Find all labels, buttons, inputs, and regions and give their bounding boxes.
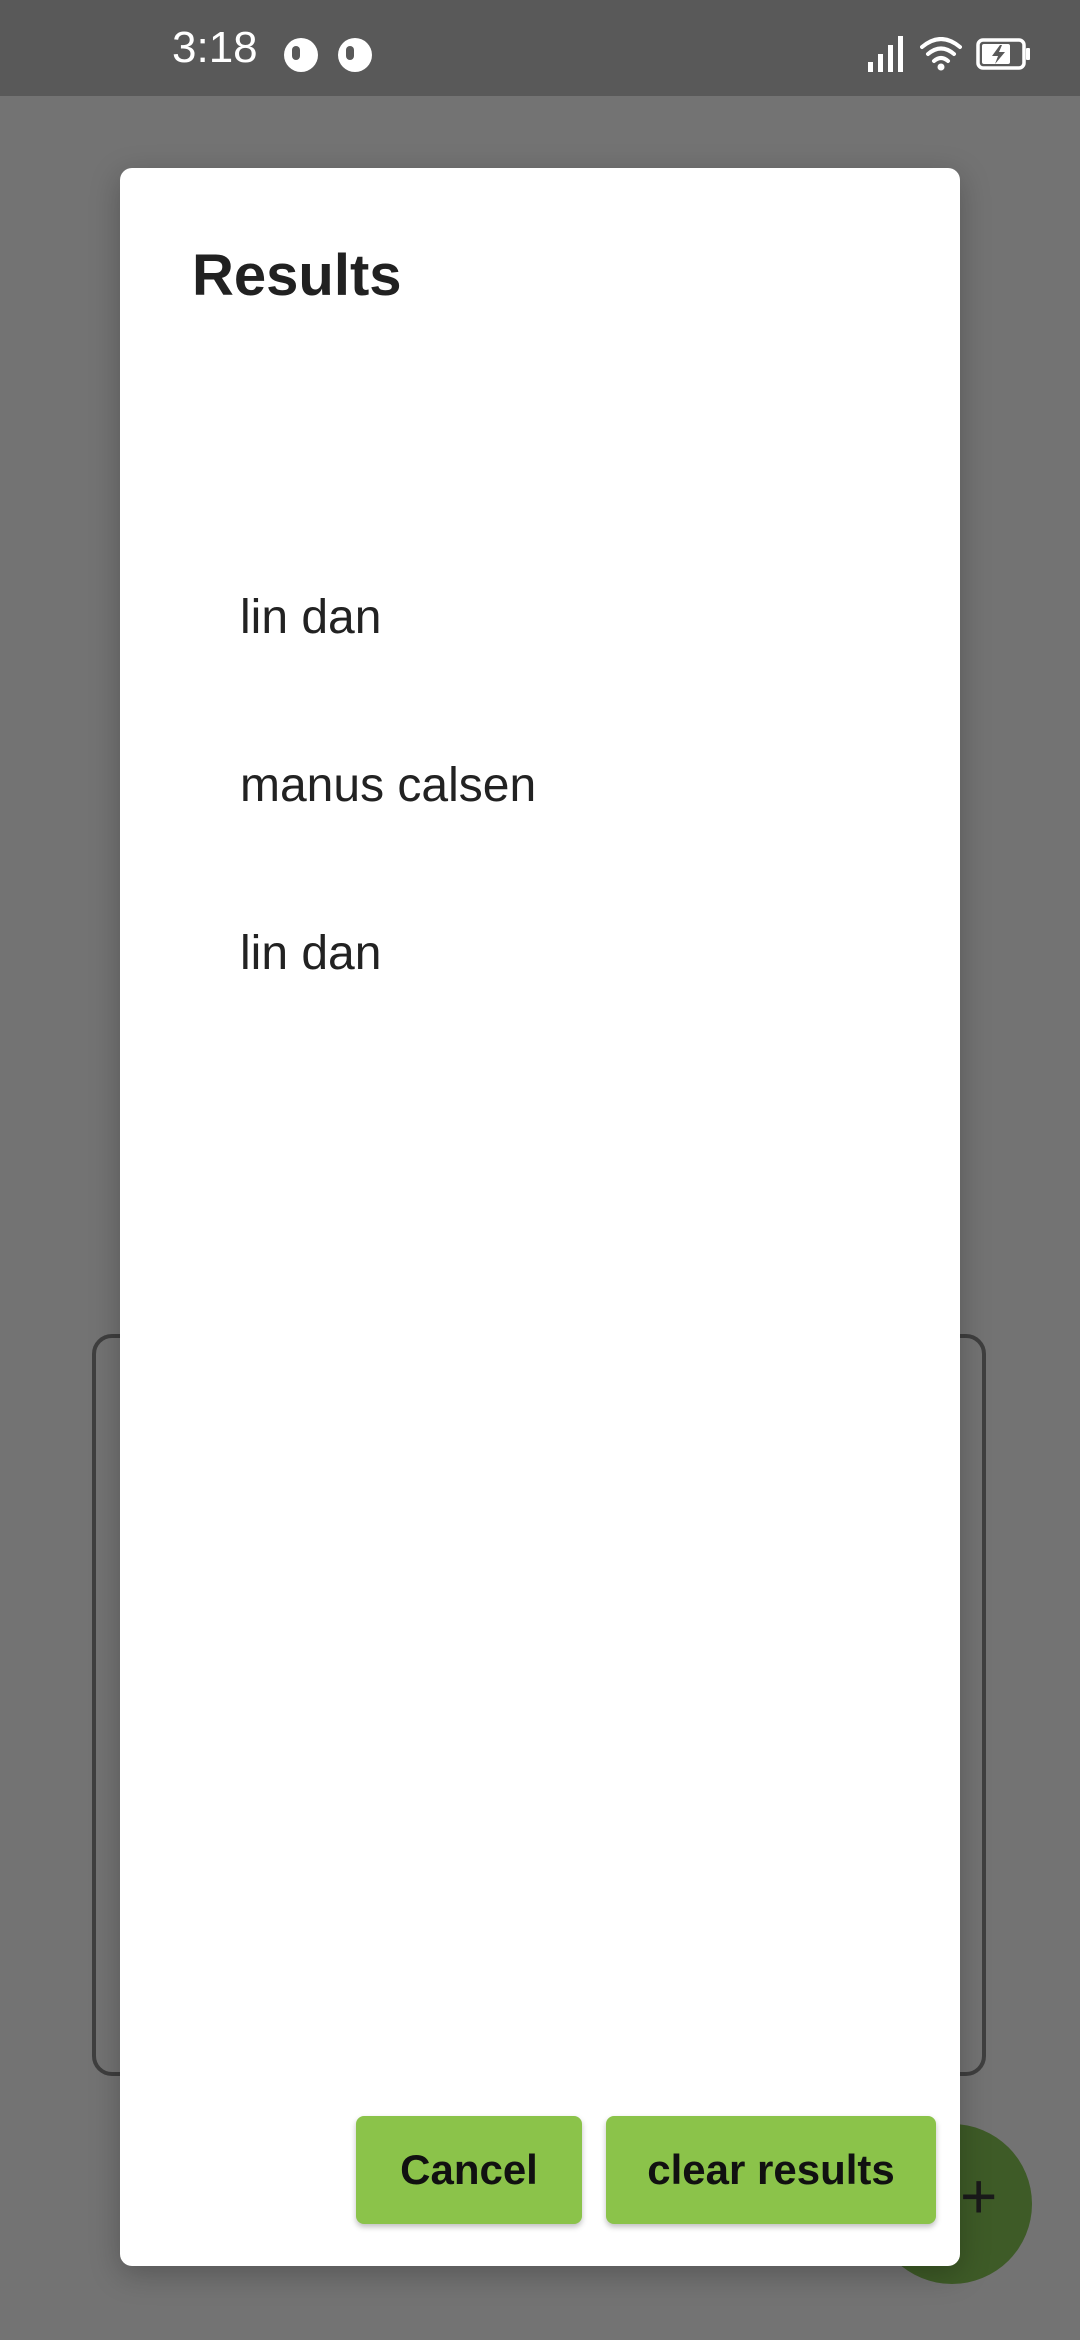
- cancel-button[interactable]: Cancel: [356, 2116, 582, 2224]
- result-item[interactable]: lin dan: [240, 594, 381, 642]
- dialog-title: Results: [192, 243, 402, 308]
- screen: + 3:18 Results lin dan manus calsen lin …: [0, 0, 1080, 2340]
- result-item[interactable]: manus calsen: [240, 762, 536, 810]
- status-time: 3:18: [172, 23, 258, 72]
- battery-charging-icon: [976, 38, 1030, 70]
- status-bar: 3:18: [0, 0, 1080, 96]
- plus-icon: +: [960, 2160, 998, 2232]
- clear-results-button[interactable]: clear results: [606, 2116, 936, 2224]
- results-dialog: Results lin dan manus calsen lin dan Can…: [120, 168, 960, 2266]
- status-icons: [866, 34, 1032, 74]
- navigation-bar: [0, 2300, 1080, 2340]
- signal-icon: [868, 36, 903, 72]
- notification-icon: [338, 38, 372, 72]
- dialog-actions: Cancel clear results: [356, 2116, 936, 2224]
- notification-icon: [284, 38, 318, 72]
- result-item[interactable]: lin dan: [240, 930, 381, 978]
- wifi-icon: [920, 37, 962, 71]
